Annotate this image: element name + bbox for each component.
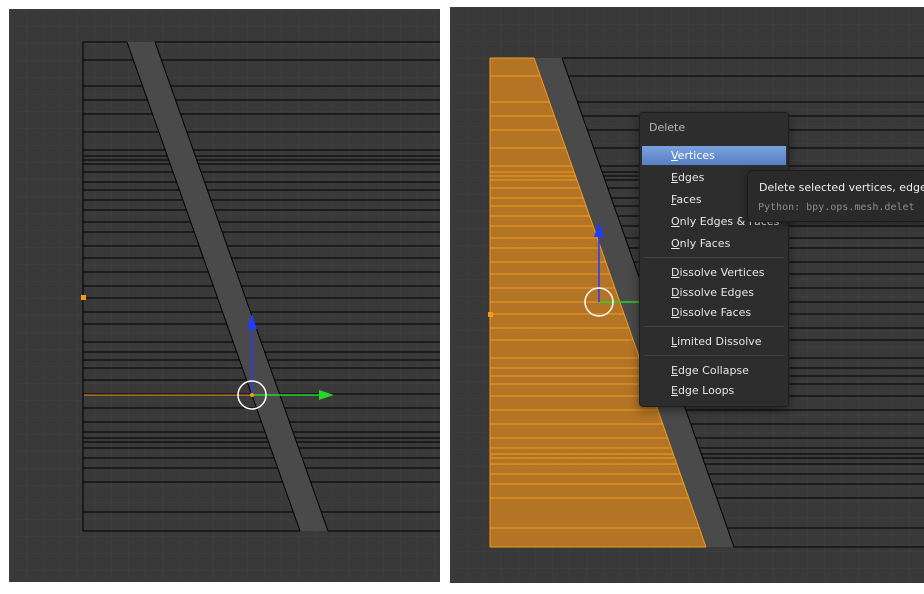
menu-item-only-faces[interactable]: Only Faces (642, 234, 786, 253)
menu-item-dissolve-vertices[interactable]: Dissolve Vertices (642, 263, 786, 282)
tooltip-python: Python: bpy.ops.mesh.delet (758, 202, 915, 213)
pivot-dot (250, 393, 254, 397)
selected-vertex[interactable] (81, 295, 86, 300)
menu-item-edge-collapse[interactable]: Edge Collapse (642, 361, 786, 380)
menu-item-dissolve-edges[interactable]: Dissolve Edges (642, 283, 786, 302)
menu-separator (644, 326, 784, 327)
viewport-left[interactable] (9, 9, 440, 582)
delete-menu: Delete Vertices Edges Faces Only Edges &… (639, 112, 789, 407)
menu-item-dissolve-faces[interactable]: Dissolve Faces (642, 303, 786, 322)
tooltip: Delete selected vertices, edges Python: … (747, 170, 924, 222)
menu-item-limited-dissolve[interactable]: Limited Dissolve (642, 332, 786, 351)
tooltip-description: Delete selected vertices, edges (759, 181, 924, 194)
menu-title: Delete (649, 121, 686, 134)
menu-item-vertices[interactable]: Vertices (642, 146, 786, 165)
menu-separator (644, 257, 784, 258)
menu-item-edge-loops[interactable]: Edge Loops (642, 381, 786, 400)
selected-vertex[interactable] (488, 312, 493, 317)
menu-separator (644, 355, 784, 356)
mesh-view-left[interactable] (9, 9, 440, 582)
